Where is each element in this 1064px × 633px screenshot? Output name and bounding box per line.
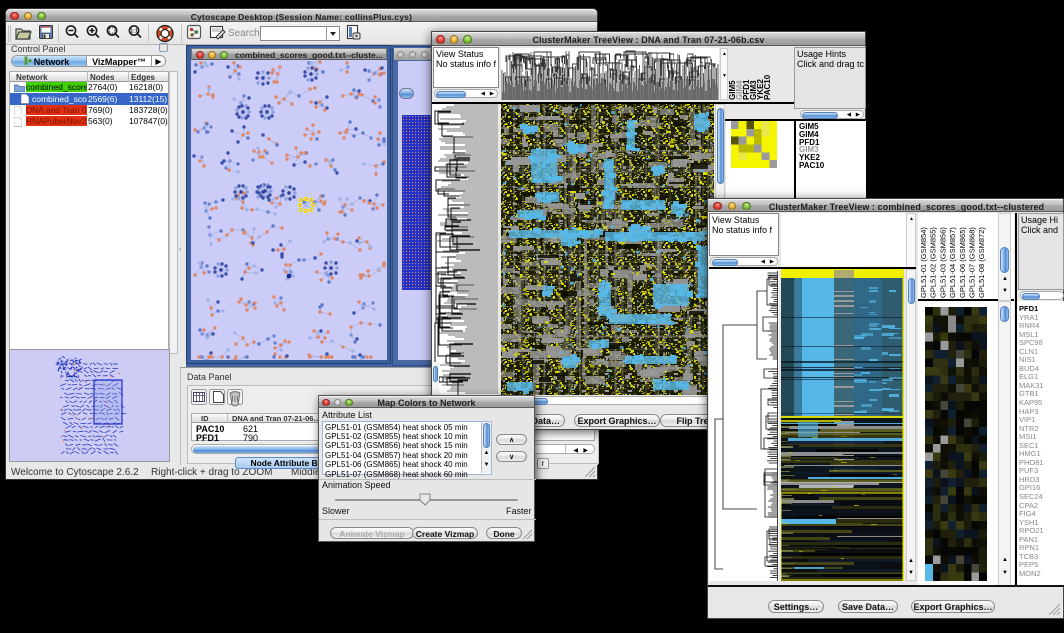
svg-text:GPL51-01 (GSM854): GPL51-01 (GSM854): [919, 227, 928, 298]
svg-text:GPL51-07 (GSM868): GPL51-07 (GSM868): [968, 227, 977, 298]
svg-text:1:1: 1:1: [130, 29, 137, 35]
svg-text:GPL51-02 (GSM855): GPL51-02 (GSM855): [929, 227, 938, 298]
svg-text:GPL51-03 (GSM856): GPL51-03 (GSM856): [938, 227, 947, 298]
svg-text:PAC10: PAC10: [763, 74, 772, 100]
svg-text:GPL51-06 (GSM865): GPL51-06 (GSM865): [958, 227, 967, 298]
svg-text:GPL51-08 (GSM872): GPL51-08 (GSM872): [977, 227, 986, 298]
svg-text:GPL51-04 (GSM857): GPL51-04 (GSM857): [948, 227, 957, 298]
